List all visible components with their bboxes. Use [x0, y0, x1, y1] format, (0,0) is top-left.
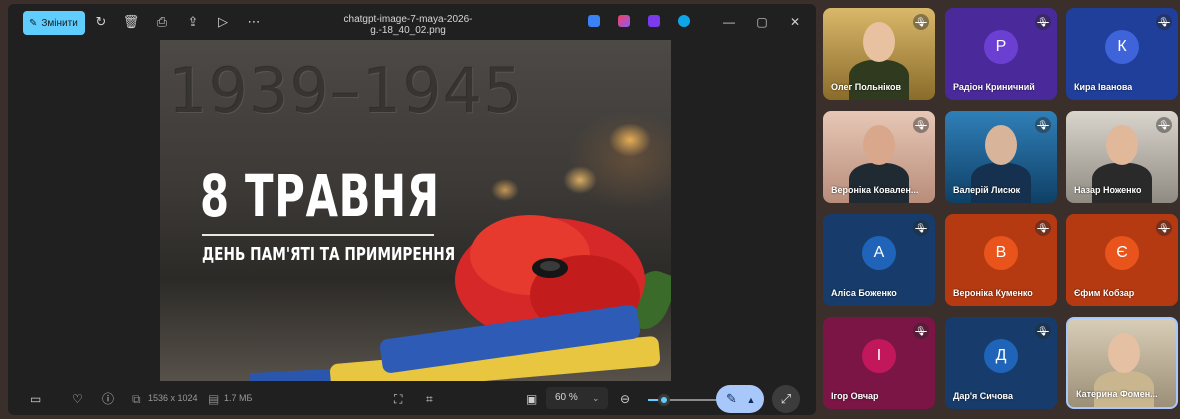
avatar: Д	[984, 339, 1018, 373]
fit-window-icon[interactable]: ⛶	[394, 391, 402, 407]
participant-tile[interactable]: Є 🎙 Єфим Кобзар	[1066, 214, 1178, 306]
participant-video-face	[863, 22, 895, 62]
participant-tile[interactable]: 🎙 Назар Ноженко	[1066, 111, 1178, 203]
close-icon[interactable]: ✕	[786, 13, 804, 31]
chevron-up-icon: ▲	[746, 395, 756, 405]
file-size: 1.7 МБ	[224, 393, 253, 403]
mic-muted-icon: 🎙	[1035, 117, 1051, 133]
participant-name: Вероніка Ковален...	[831, 185, 919, 195]
avatar: Є	[1105, 236, 1139, 270]
participant-tile[interactable]: К 🎙 Кира Іванова	[1066, 8, 1178, 100]
app-icon-3[interactable]	[648, 15, 660, 27]
mic-muted-icon: 🎙	[913, 117, 929, 133]
more-icon[interactable]: ⋯	[245, 13, 263, 31]
title-bar: ✎ Змінити ↻ 🗑 ⎙ ⇪ ▷ ⋯ chatgpt-image-7-ma…	[8, 4, 816, 38]
displayed-image[interactable]: 1939–1945 8 ТРАВНЯ ДЕНЬ ПАМ'ЯТІ ТА ПРИМИ…	[160, 40, 671, 381]
image-dimensions: 1536 x 1024	[148, 393, 198, 403]
select-area-icon[interactable]: ⌗	[426, 391, 433, 407]
app-icon-1[interactable]	[588, 15, 600, 27]
info-icon[interactable]: ⓘ	[102, 391, 114, 407]
print-icon[interactable]: ⎙	[153, 13, 171, 31]
maximize-icon[interactable]: ▢	[753, 13, 771, 31]
title-divider	[202, 234, 434, 236]
participant-tile[interactable]: 🎙 Валерій Лисюк	[945, 111, 1057, 203]
zoom-label: 60 %	[555, 392, 578, 403]
zoom-dropdown[interactable]: 60 % ⌄	[546, 387, 608, 409]
expand-button[interactable]: ⤢	[772, 385, 800, 413]
mic-muted-icon: 🎙	[1035, 323, 1051, 339]
participant-video-face	[863, 125, 895, 165]
participant-name: Кира Іванова	[1074, 82, 1133, 92]
filmstrip-icon[interactable]: ▭	[30, 391, 41, 407]
zoom-out-icon[interactable]: ⊖	[620, 391, 630, 407]
participant-tile[interactable]: Р 🎙 Радіон Криничний	[945, 8, 1057, 100]
participant-tile[interactable]: 🎙 Олег Польніков	[823, 8, 935, 100]
image-title: 8 ТРАВНЯ	[200, 162, 440, 230]
participant-name: Катерина Фомен...	[1076, 389, 1158, 399]
image-subtitle: ДЕНЬ ПАМ'ЯТІ ТА ПРИМИРЕННЯ	[202, 244, 456, 265]
rotate-icon[interactable]: ↻	[92, 13, 110, 31]
minimize-icon[interactable]: —	[720, 13, 738, 31]
chevron-down-icon: ⌄	[592, 393, 600, 403]
avatar: Р	[984, 30, 1018, 64]
pen-icon: ✎	[726, 391, 737, 406]
file-name: chatgpt-image-7-maya-2026-g.-18_40_02.pn…	[343, 14, 473, 36]
bottom-bar: ▭ ♡ ⓘ ⧉ 1536 x 1024 ▤ 1.7 МБ ⛶ ⌗ ▣ 60 % …	[8, 382, 816, 415]
photo-viewer-window: ✎ Змінити ↻ 🗑 ⎙ ⇪ ▷ ⋯ chatgpt-image-7-ma…	[8, 4, 816, 415]
app-icon-2[interactable]	[618, 15, 630, 27]
participant-name: Ігор Овчар	[831, 391, 879, 401]
participant-name: Дар'я Сичова	[953, 391, 1013, 401]
mic-muted-icon: 🎙	[913, 220, 929, 236]
file-size-icon: ▤	[208, 392, 220, 406]
mic-muted-icon: 🎙	[913, 14, 929, 30]
favorite-icon[interactable]: ♡	[72, 391, 83, 407]
mic-muted-icon: 🎙	[1156, 220, 1172, 236]
annotate-button[interactable]: ✎ ▲	[716, 385, 764, 413]
mic-muted-icon: 🎙	[913, 323, 929, 339]
dimensions-icon: ⧉	[132, 392, 141, 406]
participant-video-body	[971, 163, 1031, 203]
avatar: І	[862, 339, 896, 373]
participant-name: Назар Ноженко	[1074, 185, 1142, 195]
avatar: К	[1105, 30, 1139, 64]
participant-video-body	[1092, 163, 1152, 203]
participant-tile[interactable]: Катерина Фомен...	[1066, 317, 1178, 409]
edit-button[interactable]: ✎ Змінити	[23, 11, 85, 35]
share-icon[interactable]: ⇪	[184, 13, 202, 31]
edit-label: Змінити	[41, 17, 78, 29]
participant-video-face	[1108, 333, 1140, 373]
participant-name: Валерій Лисюк	[953, 185, 1021, 195]
slideshow-icon[interactable]: ▷	[214, 13, 232, 31]
avatar: А	[862, 236, 896, 270]
image-years-text: 1939–1945	[168, 54, 524, 127]
participant-name: Радіон Криничний	[953, 82, 1035, 92]
onedrive-icon[interactable]	[678, 15, 690, 27]
participant-tile[interactable]: 🎙 Вероніка Ковален...	[823, 111, 935, 203]
participant-video-body	[849, 163, 909, 203]
mic-muted-icon: 🎙	[1035, 220, 1051, 236]
participant-name: Олег Польніков	[831, 82, 902, 92]
participant-tile[interactable]: Д 🎙 Дар'я Сичова	[945, 317, 1057, 409]
participant-tile[interactable]: І 🎙 Ігор Овчар	[823, 317, 935, 409]
participant-video-face	[985, 125, 1017, 165]
delete-icon[interactable]: 🗑	[122, 13, 140, 31]
mic-muted-icon: 🎙	[1156, 117, 1172, 133]
participant-name: Єфим Кобзар	[1074, 288, 1135, 298]
mic-muted-icon: 🎙	[1156, 14, 1172, 30]
participant-tile[interactable]: А 🎙 Аліса Боженко	[823, 214, 935, 306]
participant-name: Вероніка Куменко	[953, 288, 1033, 298]
avatar: В	[984, 236, 1018, 270]
participant-video-face	[1106, 125, 1138, 165]
participant-video-body	[849, 60, 909, 100]
mic-muted-icon: 🎙	[1035, 14, 1051, 30]
participant-tile[interactable]: В 🎙 Вероніка Куменко	[945, 214, 1057, 306]
participant-name: Аліса Боженко	[831, 288, 897, 298]
actual-size-icon[interactable]: ▣	[526, 391, 537, 407]
edit-icon: ✎	[29, 17, 38, 29]
zoom-slider-handle[interactable]	[658, 394, 670, 406]
